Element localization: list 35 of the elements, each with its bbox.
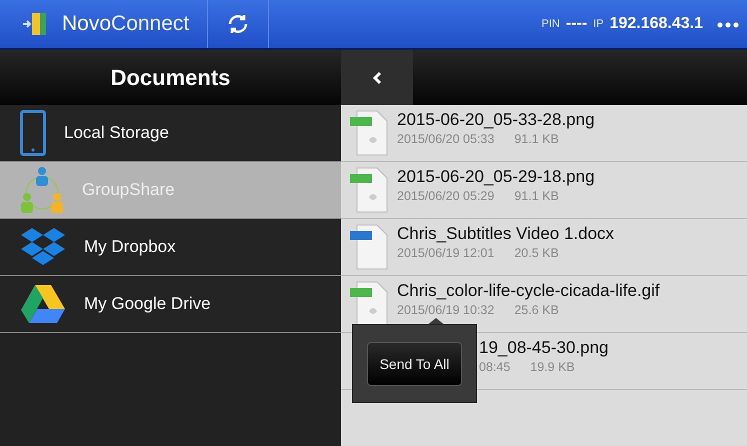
file-icon [349,224,389,270]
file-date: 2015/06/20 05:29 [397,189,494,203]
file-date: 08:45 [479,360,510,374]
chevron-left-icon [372,70,382,84]
send-to-all-button[interactable]: Send To All [366,342,462,386]
file-size: 19.9 KB [530,360,575,374]
file-icon [349,167,389,213]
ip-label: IP [593,18,604,30]
file-row[interactable]: 2015-06-20_05-33-28.png 2015/06/20 05:33 91.1 KB [341,105,747,162]
file-size: 25.6 KB [514,303,559,317]
file-name: 2015-06-20_05-29-18.png [397,167,595,187]
more-icon[interactable] [717,20,739,28]
file-date: 2015/06/20 05:33 [397,132,494,146]
file-name: 19_08-45-30.png [479,338,609,358]
file-name: Chris_Subtitles Video 1.docx [397,224,614,244]
file-size: 91.1 KB [514,189,559,203]
sidebar-title: Documents [110,64,230,90]
file-date: 2015/06/19 10:32 [397,303,494,317]
file-icon [349,110,389,156]
dropbox-icon [20,226,66,268]
pin-label: PIN [542,18,560,30]
app-name: NovoConnect [62,12,190,36]
file-icon [349,281,389,327]
file-size: 20.5 KB [514,246,559,260]
file-date: 2015/06/19 12:01 [397,246,494,260]
file-name: Chris_color-life-cycle-cicada-life.gif [397,281,660,301]
drive-icon [20,284,66,324]
file-row[interactable]: Chris_Subtitles Video 1.docx 2015/06/19 12:01 20.5 KB [341,219,747,276]
file-size: 91.1 KB [514,132,559,146]
pin-value: ---- [566,15,588,33]
ip-address: 192.168.43.1 [610,15,703,33]
tablet-icon [20,110,46,156]
group-icon [20,165,64,215]
file-row[interactable]: 2015-06-20_05-29-18.png 2015/06/20 05:29 91.1 KB [341,162,747,219]
file-name: 2015-06-20_05-33-28.png [397,110,595,130]
